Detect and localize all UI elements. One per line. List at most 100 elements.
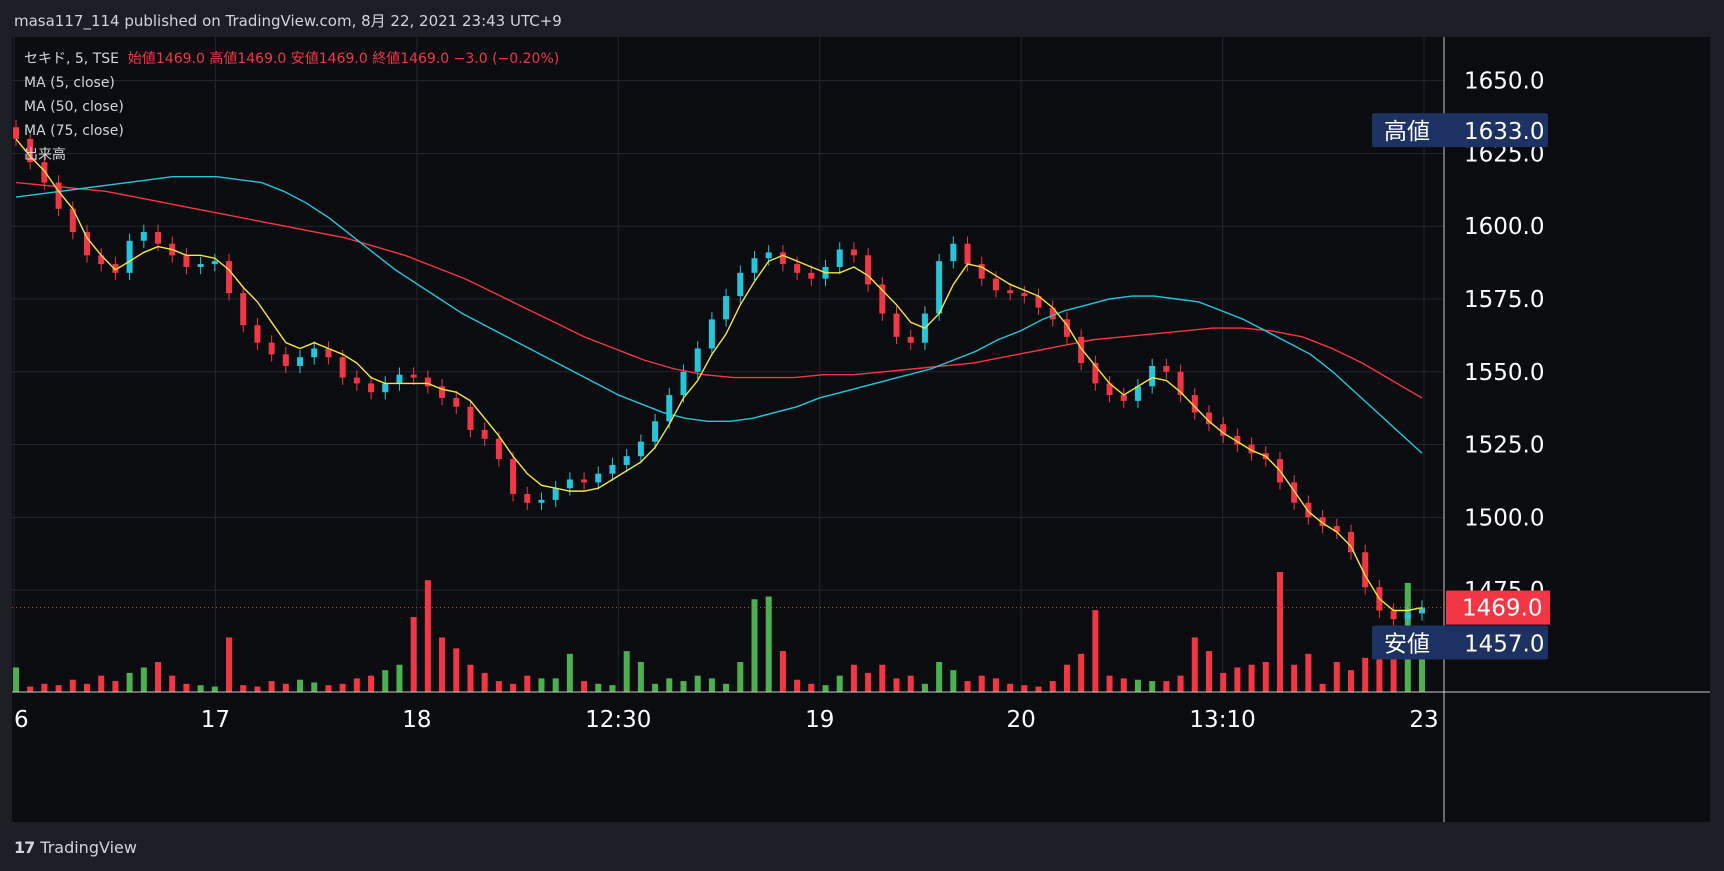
volume-bar (69, 679, 76, 692)
volume-bar (595, 683, 602, 692)
volume-bar (964, 681, 971, 692)
volume-bar (1092, 610, 1099, 692)
volume-bar (282, 683, 289, 692)
candle-body (737, 272, 744, 297)
tradingview-logo-icon: 17 (14, 838, 35, 857)
chart-area[interactable]: 1650.0 1625.0 1600.0 1575.0 1550.0 1525.0 1500… (12, 37, 1710, 822)
ma5-line (15, 138, 1423, 612)
x-tick-label: 23 (1409, 707, 1438, 733)
legend-ma75[interactable]: MA (75, close) (24, 119, 559, 143)
volume-bar (1078, 653, 1085, 692)
candle-body (637, 441, 644, 457)
candle-body (666, 395, 673, 422)
volume-bar (566, 653, 573, 692)
candle-body (623, 456, 630, 465)
volume-bar (396, 664, 403, 692)
legend: セキド, 5, TSE 始値1469.0 高値1469.0 安値1469.0 終… (24, 47, 559, 167)
candle-body (680, 371, 687, 396)
candle-body (282, 354, 289, 366)
volume-bar (169, 675, 176, 692)
x-tick-label: 20 (1007, 707, 1036, 733)
volume-bar (1205, 651, 1212, 692)
candle-body (495, 438, 502, 460)
y-tick-label: 1575.0 (1464, 287, 1544, 313)
volume-bar (1049, 681, 1056, 692)
legend-ma5[interactable]: MA (5, close) (24, 71, 559, 95)
candle-body (254, 325, 261, 343)
price-marker-value: 1457.0 (1464, 632, 1544, 658)
volume-bar (297, 679, 304, 692)
volume-bar (552, 678, 559, 692)
candle-body (382, 383, 389, 393)
candle-body (211, 261, 218, 265)
volume-bar (1134, 679, 1141, 692)
candle-body (566, 479, 573, 489)
volume-bar (808, 683, 815, 692)
volume-bar (1262, 662, 1269, 692)
volume-bar (155, 662, 162, 692)
candle-body (311, 348, 318, 358)
legend-ma50[interactable]: MA (50, close) (24, 95, 559, 119)
candle-body (183, 255, 190, 267)
volume-bar (936, 662, 943, 692)
candle-body (155, 232, 162, 244)
volume-bar (325, 685, 332, 692)
brand-name: TradingView (40, 838, 137, 857)
legend-volume[interactable]: 出来高 (24, 143, 559, 167)
volume-bar (893, 678, 900, 692)
volume-bar (1234, 667, 1241, 692)
volume-bar (410, 617, 417, 692)
symbol-label[interactable]: セキド, 5, TSE (24, 51, 119, 67)
candle-body (936, 261, 943, 314)
candle-body (652, 421, 659, 442)
candle-body (510, 459, 517, 495)
volume-bar (524, 675, 531, 692)
volume-bar (226, 637, 233, 692)
volume-bar (140, 667, 147, 692)
volume-bar (467, 664, 474, 692)
volume-bar (1106, 675, 1113, 692)
candle-body (581, 479, 588, 483)
volume-bar (510, 683, 517, 692)
candle-body (13, 127, 19, 139)
volume-bar (1163, 681, 1170, 692)
volume-bar (907, 675, 914, 692)
candle-body (779, 252, 786, 265)
volume-bar (1319, 683, 1326, 692)
volume-bar (751, 599, 758, 692)
volume-bar (609, 685, 616, 692)
candle-body (765, 252, 772, 259)
candle-body (1163, 365, 1170, 372)
candle-body (1305, 502, 1312, 518)
volume-bar (183, 683, 190, 692)
y-tick-label: 1525.0 (1464, 433, 1544, 459)
volume-bar (41, 683, 48, 692)
candle-body (907, 336, 914, 343)
volume-bar (481, 672, 488, 692)
candle-body (808, 272, 815, 279)
volume-bar (1149, 681, 1156, 692)
volume-bar (439, 637, 446, 692)
volume-bar (1333, 662, 1340, 692)
volume-bar (84, 683, 91, 692)
volume-bar (1305, 653, 1312, 692)
candle-body (950, 243, 957, 262)
volume-bar (1120, 678, 1127, 692)
candle-body (538, 499, 545, 503)
volume-bar (1177, 675, 1184, 692)
volume-bar (112, 681, 119, 692)
volume-bar (978, 675, 985, 692)
volume-bar (1276, 572, 1283, 692)
volume-bar (495, 681, 502, 692)
volume-bar (268, 681, 275, 692)
candle-body (353, 377, 360, 384)
volume-bar (779, 651, 786, 692)
y-tick-label: 1550.0 (1464, 360, 1544, 386)
candle-body (1134, 386, 1141, 401)
volume-bar (254, 686, 261, 692)
volume-bar (368, 675, 375, 692)
ohlc-values: 始値1469.0 高値1469.0 安値1469.0 終値1469.0 −3.0… (127, 51, 560, 67)
candle-body (467, 406, 474, 430)
volume-bar (197, 685, 204, 692)
candle-body (708, 319, 715, 349)
